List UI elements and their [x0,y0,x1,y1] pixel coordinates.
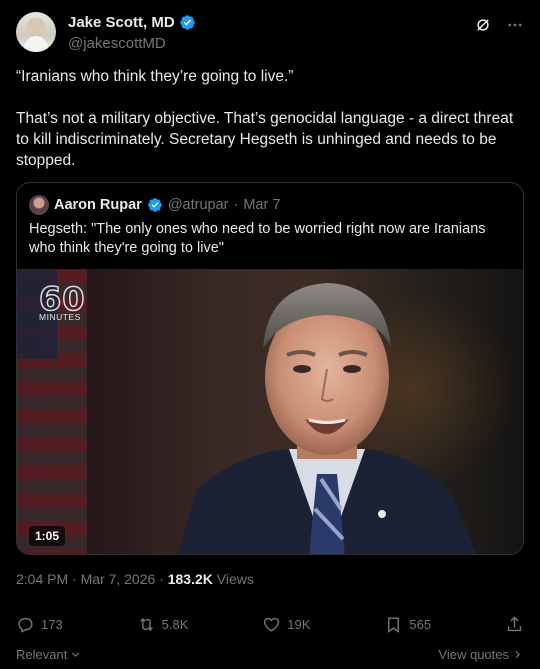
author-display-name-text[interactable]: Jake Scott, MD [68,14,175,31]
video-duration: 1:05 [29,526,66,546]
quoted-author-handle[interactable]: @atrupar [168,197,229,213]
action-bar: 173 5.8K 19K 565 [16,615,524,634]
tweet-footer: Relevant View quotes [16,647,524,662]
logo-text: MINUTES [39,312,81,322]
chevron-right-icon [515,650,520,659]
author-avatar[interactable] [16,12,56,52]
video-person [177,283,477,554]
quoted-author-avatar[interactable] [29,195,49,215]
view-quotes-link[interactable]: View quotes [438,647,524,662]
bookmark-button[interactable]: 565 [384,615,431,634]
video-player[interactable]: 60 MINUTES 1:05 [17,269,523,554]
relevant-sort-button[interactable]: Relevant [16,647,82,662]
tweet-text: “Iranians who think they’re going to liv… [16,68,514,169]
tweet-meta: 2:04 PM · Mar 7, 2026 · 183.2K Views [16,571,254,587]
quoted-date[interactable]: Mar 7 [243,197,280,213]
verified-badge-icon [179,15,195,30]
tweet-timestamp[interactable]: 2:04 PM · Mar 7, 2026 · [16,571,168,587]
logo-number: 60 [38,280,86,318]
grok-icon[interactable] [474,16,492,34]
repost-icon [139,617,153,632]
author-display-name[interactable]: Jake Scott, MD [68,14,196,31]
bookmark-icon [388,617,400,634]
quoted-tweet[interactable]: Aaron Rupar @atrupar · Mar 7 Hegseth: "T… [16,182,524,555]
repost-button[interactable]: 5.8K [137,615,189,634]
share-button[interactable] [505,615,524,634]
views-label: Views [212,571,254,587]
like-button[interactable]: 19K [262,615,310,634]
tweet-header: Jake Scott, MD @jakescottMD [16,12,524,52]
heart-icon [264,617,280,632]
verified-badge-icon [147,198,162,212]
author-handle[interactable]: @jakescottMD [68,35,196,52]
reply-count: 173 [41,617,63,632]
quoted-tweet-text: Hegseth: "The only ones who need to be w… [29,221,486,256]
like-count: 19K [287,617,311,632]
reply-button[interactable]: 173 [16,615,63,634]
quoted-author-name[interactable]: Aaron Rupar [54,197,142,213]
more-icon[interactable] [506,16,524,34]
quoted-separator: · [233,197,239,213]
quoted-tweet-header: Aaron Rupar @atrupar · Mar 7 [29,195,280,215]
views-count: 183.2K [167,571,213,587]
view-quotes-label: View quotes [438,647,509,662]
chevron-down-icon [72,652,80,657]
relevant-label: Relevant [16,647,68,662]
reply-icon [18,617,33,633]
share-icon [507,616,522,632]
author-names: Jake Scott, MD @jakescottMD [68,14,196,52]
sixty-minutes-logo: 60 MINUTES [38,280,97,322]
header-actions [474,16,524,34]
repost-count: 5.8K [161,617,189,632]
bookmark-count: 565 [409,617,432,632]
